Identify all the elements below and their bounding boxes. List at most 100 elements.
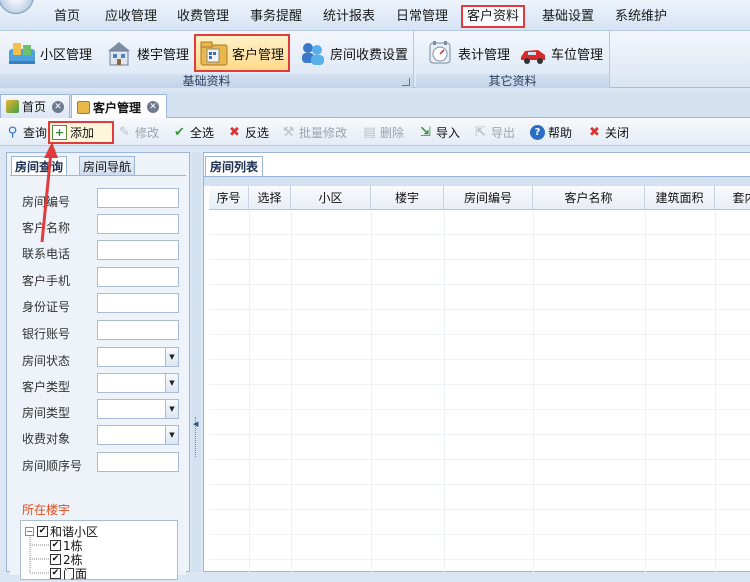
table-row (209, 310, 750, 335)
customer-management-button[interactable]: 客户管理 (194, 34, 290, 72)
add-label: 添加 (70, 126, 95, 140)
menu-customer-data[interactable]: 客户资料 (461, 5, 526, 28)
room-number-input[interactable] (97, 188, 179, 208)
menu-basic-settings[interactable]: 基础设置 (538, 7, 598, 27)
ribbon-group-caption-basic: 基础资料 (0, 74, 413, 88)
checkbox-checked-icon[interactable]: ✔ (50, 553, 61, 565)
ribbon-group-other: 表计管理 车位管理 其它资料 (416, 31, 610, 88)
delete-button[interactable]: ▤ 删除 (360, 122, 406, 143)
table-row (209, 335, 750, 360)
tab-customer-management-label: 客户管理 (93, 100, 142, 115)
dialog-launcher-icon[interactable] (402, 78, 410, 86)
customer-type-label: 客户类型 (22, 380, 71, 394)
chevron-down-icon[interactable]: ▼ (165, 348, 178, 366)
edit-icon: ✎ (119, 125, 130, 140)
id-number-input[interactable] (97, 293, 179, 313)
table-row (209, 535, 750, 560)
parking-management-button[interactable]: 车位管理 (515, 34, 606, 72)
table-row (209, 460, 750, 485)
menu-home[interactable]: 首页 (50, 7, 84, 27)
contact-phone-label: 联系电话 (22, 247, 71, 261)
help-button[interactable]: ? 帮助 (528, 122, 574, 143)
cross-icon: ✖ (229, 125, 240, 140)
menu-daily[interactable]: 日常管理 (392, 7, 452, 27)
app-logo-icon[interactable] (0, 0, 34, 14)
community-button[interactable]: 小区管理 (4, 34, 95, 72)
bank-account-label: 银行账号 (22, 327, 71, 341)
menu-charges[interactable]: 收费管理 (173, 7, 233, 27)
table-row (209, 385, 750, 410)
column-header-index[interactable]: 序号 (209, 186, 249, 210)
chevron-down-icon[interactable]: ▼ (165, 374, 178, 392)
bank-account-input[interactable] (97, 320, 179, 340)
tab-room-navigation[interactable]: 房间导航 (79, 156, 136, 176)
select-all-label: 全选 (190, 126, 215, 140)
batch-edit-icon: ⚒ (282, 125, 295, 140)
ribbon-group-basic: 小区管理 楼宇管理 客户管理 房间收费设置 基础资料 (0, 31, 414, 88)
column-header-select[interactable]: 选择 (249, 186, 291, 210)
tree-node[interactable]: ✔ 门面 (50, 566, 87, 581)
import-icon: ⇲ (420, 125, 431, 140)
chevron-down-icon[interactable]: ▼ (165, 400, 178, 418)
tree-lines (29, 535, 49, 574)
chevron-down-icon[interactable]: ▼ (165, 426, 178, 444)
delete-label: 删除 (380, 126, 405, 140)
room-fee-settings-button[interactable]: 房间收费设置 (294, 34, 411, 72)
customer-management-label: 客户管理 (232, 47, 285, 63)
panel-splitter[interactable]: ◀ (192, 152, 201, 572)
room-status-select[interactable]: ▼ (97, 347, 179, 367)
column-header-building[interactable]: 楼宇 (371, 186, 444, 210)
close-icon[interactable]: ✕ (52, 100, 65, 113)
invert-selection-label: 反选 (245, 126, 270, 140)
tab-room-list[interactable]: 房间列表 (205, 156, 264, 176)
tab-home-label: 首页 (22, 100, 47, 114)
invert-selection-button[interactable]: ✖ 反选 (225, 122, 271, 143)
column-header-floor-area[interactable]: 建筑面积 (645, 186, 715, 210)
menu-reports[interactable]: 统计报表 (319, 7, 379, 27)
column-header-customer-name[interactable]: 客户名称 (533, 186, 645, 210)
select-all-button[interactable]: ✔ 全选 (170, 122, 216, 143)
close-button[interactable]: ✖ 关闭 (585, 122, 631, 143)
building-section-label: 所在楼宇 (22, 503, 71, 517)
room-fee-settings-label: 房间收费设置 (330, 47, 409, 63)
parking-management-label: 车位管理 (551, 47, 604, 63)
document-tab-strip: 首页 ✕ 客户管理 ✕ (0, 91, 750, 119)
meter-management-button[interactable]: 表计管理 (422, 34, 513, 72)
community-label: 小区管理 (40, 47, 93, 63)
checkbox-checked-icon[interactable]: ✔ (50, 567, 61, 579)
menu-bar: 首页 应收管理 收费管理 事务提醒 统计报表 日常管理 客户资料 基础设置 系统… (0, 0, 750, 31)
table-row (209, 285, 750, 310)
delete-icon: ▤ (363, 125, 376, 140)
collapse-left-icon[interactable]: ◀ (193, 420, 198, 428)
column-header-community[interactable]: 小区 (291, 186, 371, 210)
export-button[interactable]: ⇱ 导出 (471, 122, 517, 143)
customer-folder-icon (199, 39, 229, 67)
batch-edit-button[interactable]: ⚒ 批量修改 (279, 122, 349, 143)
customer-name-input[interactable] (97, 214, 179, 234)
contact-phone-input[interactable] (97, 240, 179, 260)
check-icon: ✔ (174, 125, 185, 140)
tab-customer-management[interactable]: 客户管理 ✕ (71, 94, 167, 119)
checkbox-checked-icon[interactable]: ✔ (50, 539, 61, 551)
building-button[interactable]: 楼宇管理 (101, 34, 192, 72)
room-list-panel: 房间列表 序号 选择 小区 楼宇 房间编号 客户名称 建筑面积 套内 (203, 152, 750, 573)
room-type-select[interactable]: ▼ (97, 399, 179, 419)
import-button[interactable]: ⇲ 导入 (416, 122, 462, 143)
charge-target-select[interactable]: ▼ (97, 425, 179, 445)
meter-icon (425, 39, 455, 67)
table-row (209, 485, 750, 510)
room-sequence-input[interactable] (97, 452, 179, 472)
menu-receivables[interactable]: 应收管理 (101, 7, 161, 27)
mobile-input[interactable] (97, 267, 179, 287)
column-header-room-number[interactable]: 房间编号 (444, 186, 533, 210)
close-label: 关闭 (605, 126, 630, 140)
menu-reminders[interactable]: 事务提醒 (246, 7, 306, 27)
customer-type-select[interactable]: ▼ (97, 373, 179, 393)
menu-system[interactable]: 系统维护 (611, 7, 671, 27)
tab-home[interactable]: 首页 ✕ (0, 94, 70, 118)
edit-button[interactable]: ✎ 修改 (115, 122, 161, 143)
column-header-inner-area[interactable]: 套内 (715, 186, 750, 210)
building-label: 楼宇管理 (137, 47, 190, 63)
close-icon[interactable]: ✕ (147, 101, 160, 113)
room-grid: 序号 选择 小区 楼宇 房间编号 客户名称 建筑面积 套内 (209, 186, 750, 573)
